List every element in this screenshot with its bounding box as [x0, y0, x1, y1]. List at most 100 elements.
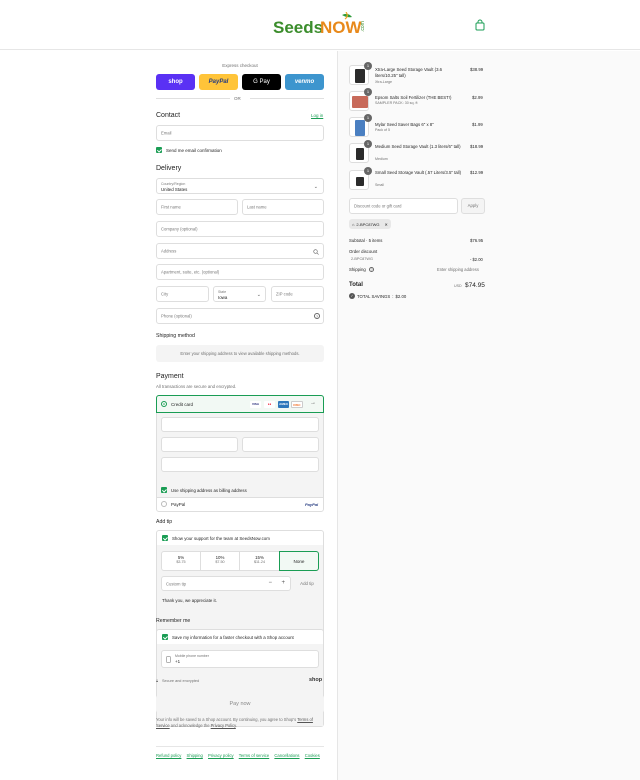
- refund-policy-link[interactable]: Refund policy: [156, 753, 181, 758]
- shipping-method-message: Enter your shipping address to view avai…: [180, 351, 300, 356]
- shipping-value: Enter shipping address: [437, 267, 479, 272]
- email-confirm-label: Send me email confirmation: [166, 147, 222, 153]
- country-select[interactable]: Country/Region United States ⌄: [156, 178, 324, 194]
- shop-pay-button[interactable]: shop: [156, 74, 195, 90]
- apply-discount-button[interactable]: Apply: [461, 198, 485, 214]
- divider: [156, 98, 230, 99]
- tag-icon: ⌂: [352, 221, 355, 227]
- tip-option-10[interactable]: 10% $7.50: [201, 552, 240, 570]
- paypal-label: PayPal: [171, 501, 186, 507]
- mobile-phone-field[interactable]: Mobile phone number +1: [161, 650, 319, 668]
- search-icon: [313, 249, 319, 255]
- shipping-link[interactable]: Shipping: [187, 753, 203, 758]
- city-field[interactable]: City: [156, 286, 209, 302]
- paypal-option[interactable]: PayPal PayPal: [157, 497, 323, 511]
- product-price: $12.99: [470, 170, 484, 175]
- save-info-label: Save my information for a faster checkou…: [172, 634, 294, 640]
- product-variant: Small: [375, 183, 384, 187]
- divider: [250, 98, 324, 99]
- card-name-field[interactable]: [161, 457, 319, 472]
- product-price: $18.99: [470, 144, 484, 149]
- chevron-down-icon: ⌄: [256, 292, 261, 298]
- add-tip-button[interactable]: Add tip: [294, 576, 320, 591]
- quantity-badge: 1: [364, 167, 372, 175]
- terms-of-service-footer-link[interactable]: Terms of service: [239, 753, 269, 758]
- card-number-field[interactable]: [161, 417, 319, 432]
- billing-same-checkbox[interactable]: [161, 487, 167, 493]
- seedsnow-logo[interactable]: Seeds NOW .com: [272, 11, 372, 38]
- shipping-method-placeholder: Enter your shipping address to view avai…: [156, 345, 324, 362]
- card-cvv-field[interactable]: [242, 437, 319, 452]
- custom-tip-field[interactable]: Custom tip − +: [161, 576, 291, 591]
- cookies-link[interactable]: Cookies: [305, 753, 320, 758]
- card-expiry-field[interactable]: [161, 437, 238, 452]
- billing-same-label: Use shipping address as billing address: [171, 487, 247, 493]
- product-name: Medium Seed Storage Vault (1.3 liters/6"…: [375, 144, 461, 149]
- tip-option-15[interactable]: 15% $11.24: [240, 552, 279, 570]
- credit-card-label: Credit card: [171, 401, 194, 407]
- svg-text:Seeds: Seeds: [273, 18, 323, 37]
- minus-icon[interactable]: −: [268, 580, 272, 586]
- paypal-radio[interactable]: [161, 501, 167, 507]
- discount-code-field[interactable]: Discount code or gift card: [349, 198, 458, 214]
- payment-panel: Credit card VISA ●● AMEX DISC → Use ship…: [156, 395, 324, 512]
- first-name-field[interactable]: First name: [156, 199, 238, 215]
- shopping-bag-icon[interactable]: [474, 19, 486, 31]
- tip-option-5[interactable]: 5% $3.75: [162, 552, 201, 570]
- phone-field[interactable]: Phone (optional) ?: [156, 308, 324, 324]
- divider: [156, 746, 324, 747]
- tip-support-checkbox[interactable]: [162, 535, 168, 541]
- pay-now-button[interactable]: Pay now: [156, 695, 324, 713]
- quantity-badge: 1: [364, 62, 372, 70]
- last-name-field[interactable]: Last name: [242, 199, 324, 215]
- privacy-policy-footer-link[interactable]: Privacy policy: [208, 753, 234, 758]
- help-icon[interactable]: ?: [369, 267, 374, 272]
- secure-label: Secure and encrypted: [162, 679, 200, 683]
- credit-card-radio[interactable]: [161, 401, 167, 407]
- order-discount-label: Order discount: [349, 249, 378, 254]
- arrow-right-icon: →: [310, 400, 316, 406]
- login-link[interactable]: Log in: [311, 113, 323, 118]
- product-name: Mylar Seed Saver Bags 6" x 8": [375, 122, 434, 127]
- delivery-heading: Delivery: [156, 165, 182, 172]
- or-divider-label: OR: [234, 96, 241, 101]
- google-pay-button[interactable]: G Pay: [242, 74, 281, 90]
- credit-card-option[interactable]: Credit card VISA ●● AMEX DISC →: [156, 395, 324, 413]
- address-field[interactable]: Address: [156, 243, 324, 259]
- tip-options: 5% $3.75 10% $7.50 15% $11.24 None: [161, 551, 319, 571]
- company-field[interactable]: Company (optional): [156, 221, 324, 237]
- applied-discount-tag: ⌂ 2-BPC87WG ✕: [349, 219, 391, 229]
- tip-option-none[interactable]: None: [279, 551, 319, 571]
- plus-icon[interactable]: +: [281, 580, 285, 586]
- email-confirm-checkbox[interactable]: [156, 147, 162, 153]
- remove-discount-icon[interactable]: ✕: [385, 222, 388, 227]
- paypal-logo: PayPal: [305, 502, 319, 507]
- venmo-button[interactable]: venmo: [285, 74, 324, 90]
- card-details-area: [157, 413, 323, 485]
- site-header: Seeds NOW .com: [0, 0, 640, 50]
- email-field[interactable]: Email: [156, 125, 324, 141]
- discover-icon: DISC: [291, 401, 303, 408]
- paypal-button[interactable]: PayPal: [199, 74, 238, 90]
- help-icon[interactable]: ?: [314, 313, 320, 319]
- state-select[interactable]: State Iowa ⌄: [213, 286, 266, 302]
- product-name: Epsom Salts Soil Fertilizer (THE BEST!): [375, 95, 452, 100]
- lock-icon: 🔒︎: [156, 678, 159, 683]
- shop-legal-text: Your info will be saved to a Shop accoun…: [156, 717, 313, 728]
- zip-field[interactable]: ZIP code: [271, 286, 324, 302]
- privacy-policy-link[interactable]: Privacy Policy: [211, 723, 236, 728]
- quantity-badge: 1: [364, 140, 372, 148]
- footer-links: Refund policy Shipping Privacy policy Te…: [156, 752, 324, 760]
- discount-code-label: 2-BPC87WG: [351, 257, 373, 261]
- product-price: $38.99: [470, 67, 484, 72]
- savings-tag-icon: ✓: [349, 293, 355, 299]
- product-price: $1.99: [472, 122, 483, 127]
- quantity-badge: 1: [364, 88, 372, 96]
- cancellations-link[interactable]: Cancellations: [274, 753, 299, 758]
- subtotal-label: Subtotal · 5 items: [349, 238, 383, 243]
- save-info-checkbox[interactable]: [162, 634, 168, 640]
- mobile-phone-prefix: +1: [175, 659, 181, 664]
- billing-row: Use shipping address as billing address: [157, 485, 323, 497]
- product-variant: SAMPLER PACK: 30 sq. ft: [375, 101, 418, 105]
- apartment-field[interactable]: Apartment, suite, etc. (optional): [156, 264, 324, 280]
